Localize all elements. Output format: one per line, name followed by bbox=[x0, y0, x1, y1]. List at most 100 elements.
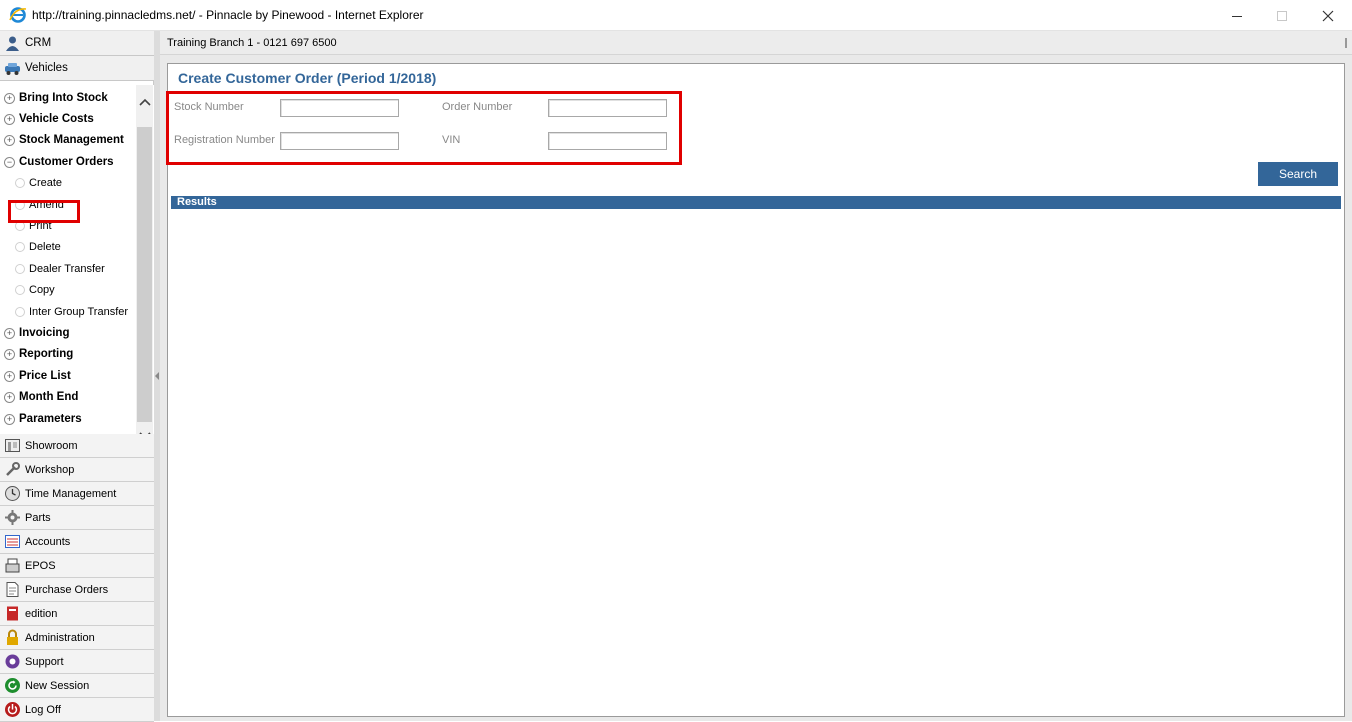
maximize-button[interactable] bbox=[1259, 0, 1305, 31]
branch-bar: Training Branch 1 - 0121 697 6500 bbox=[160, 31, 1352, 55]
order-number-label: Order Number bbox=[442, 101, 513, 113]
collapse-left-arrow-icon bbox=[155, 372, 159, 380]
tree-child-delete[interactable]: Delete bbox=[15, 237, 61, 257]
module-new-session[interactable]: New Session bbox=[0, 674, 154, 698]
vin-input[interactable] bbox=[548, 132, 667, 150]
bullet-icon bbox=[15, 307, 25, 317]
sidebar: CRM Vehicles + Bring Into Stock + Vehicl… bbox=[0, 31, 154, 722]
tree-child-label: Inter Group Transfer bbox=[29, 306, 129, 318]
window-titlebar: http://training.pinnacledms.net/ - Pinna… bbox=[0, 0, 1352, 31]
minimize-button[interactable] bbox=[1214, 0, 1260, 31]
tree-item-label: Month End bbox=[19, 391, 79, 403]
tree-child-inter-group-transfer[interactable]: Inter Group Transfer bbox=[15, 302, 128, 322]
module-log-off[interactable]: Log Off bbox=[0, 698, 154, 722]
module-vehicles[interactable]: Vehicles bbox=[0, 56, 154, 81]
module-edition[interactable]: edition bbox=[0, 602, 154, 626]
module-epos[interactable]: EPOS bbox=[0, 554, 154, 578]
module-support[interactable]: Support bbox=[0, 650, 154, 674]
tree-item-label: Invoicing bbox=[19, 327, 70, 339]
tree-child-dealer-transfer[interactable]: Dealer Transfer bbox=[15, 259, 105, 279]
expand-plus-icon: + bbox=[4, 413, 15, 425]
module-parts[interactable]: Parts bbox=[0, 506, 154, 530]
module-showroom[interactable]: Showroom bbox=[0, 434, 154, 458]
module-label: Accounts bbox=[25, 536, 71, 548]
tree-item-parameters[interactable]: + Parameters bbox=[4, 409, 82, 429]
registration-number-label: Registration Number bbox=[174, 134, 275, 146]
bullet-icon bbox=[15, 242, 25, 252]
tree-item-label: Parameters bbox=[19, 413, 82, 425]
search-button[interactable]: Search bbox=[1258, 162, 1338, 186]
tree-item-label: Price List bbox=[19, 370, 71, 382]
module-label: Log Off bbox=[25, 704, 61, 716]
support-icon bbox=[5, 654, 20, 669]
scroll-up-button[interactable] bbox=[136, 93, 153, 110]
tree-item-price-list[interactable]: + Price List bbox=[4, 366, 71, 386]
expand-plus-icon: + bbox=[4, 391, 15, 403]
order-number-input[interactable] bbox=[548, 99, 667, 117]
content-panel: Create Customer Order (Period 1/2018) St… bbox=[166, 63, 1345, 717]
tree-item-label: Bring Into Stock bbox=[19, 92, 108, 104]
module-label: Purchase Orders bbox=[25, 584, 109, 596]
close-icon bbox=[1322, 10, 1334, 21]
expand-plus-icon: + bbox=[4, 348, 15, 360]
tree-item-label: Vehicle Costs bbox=[19, 113, 94, 125]
tree-item-month-end[interactable]: + Month End bbox=[4, 387, 78, 407]
tree-child-create[interactable]: Create bbox=[15, 173, 62, 193]
expand-plus-icon: + bbox=[4, 327, 15, 339]
internet-explorer-icon bbox=[9, 7, 27, 23]
bullet-icon bbox=[15, 178, 25, 188]
tree-item-vehicle-costs[interactable]: + Vehicle Costs bbox=[4, 109, 94, 129]
tree-child-label: Create bbox=[29, 177, 63, 189]
tree-item-stock-management[interactable]: + Stock Management bbox=[4, 130, 124, 150]
document-icon bbox=[6, 582, 19, 597]
tree-child-copy[interactable]: Copy bbox=[15, 280, 55, 300]
expand-plus-icon: + bbox=[4, 370, 15, 382]
module-label: Showroom bbox=[25, 440, 78, 452]
minimize-icon bbox=[1232, 15, 1242, 17]
vehicles-menu-tree: + Bring Into Stock + Vehicle Costs + Sto… bbox=[0, 85, 154, 457]
tree-scrollbar-thumb[interactable] bbox=[137, 127, 152, 422]
main-area: Training Branch 1 - 0121 697 6500 Create… bbox=[160, 31, 1352, 721]
create-highlight-box bbox=[8, 200, 80, 223]
refresh-icon bbox=[5, 678, 20, 693]
car-icon bbox=[5, 63, 20, 75]
module-label: New Session bbox=[25, 680, 90, 692]
results-header: Results bbox=[171, 196, 1341, 209]
page-title: Create Customer Order (Period 1/2018) bbox=[178, 70, 437, 86]
registration-number-input[interactable] bbox=[280, 132, 399, 150]
expand-plus-icon: + bbox=[4, 113, 15, 125]
module-label: Workshop bbox=[25, 464, 75, 476]
module-workshop[interactable]: Workshop bbox=[0, 458, 154, 482]
gear-icon bbox=[5, 510, 20, 525]
module-purchase-orders[interactable]: Purchase Orders bbox=[0, 578, 154, 602]
expand-plus-icon: + bbox=[4, 134, 15, 146]
module-accounts[interactable]: Accounts bbox=[0, 530, 154, 554]
chevron-up-icon bbox=[138, 98, 151, 106]
tree-item-reporting[interactable]: + Reporting bbox=[4, 344, 73, 364]
tree-item-label: Reporting bbox=[19, 348, 74, 360]
ledger-icon bbox=[5, 535, 20, 548]
module-time-management[interactable]: Time Management bbox=[0, 482, 154, 506]
collapse-minus-icon: − bbox=[4, 156, 15, 168]
tree-item-customer-orders[interactable]: − Customer Orders bbox=[4, 152, 114, 172]
close-button[interactable] bbox=[1305, 0, 1351, 31]
maximize-icon bbox=[1277, 10, 1287, 21]
module-crm[interactable]: CRM bbox=[0, 31, 154, 56]
clock-icon bbox=[5, 486, 20, 501]
person-icon bbox=[6, 36, 19, 51]
tree-item-label: Customer Orders bbox=[19, 156, 114, 168]
module-administration[interactable]: Administration bbox=[0, 626, 154, 650]
module-label: Support bbox=[25, 656, 64, 668]
module-label: Administration bbox=[25, 632, 95, 644]
tree-item-bring-into-stock[interactable]: + Bring Into Stock bbox=[4, 88, 108, 108]
branch-info: Training Branch 1 - 0121 697 6500 bbox=[167, 37, 337, 49]
till-icon bbox=[5, 558, 20, 573]
stock-number-label: Stock Number bbox=[174, 101, 244, 113]
tree-item-invoicing[interactable]: + Invoicing bbox=[4, 323, 69, 343]
module-label: Vehicles bbox=[25, 62, 68, 74]
book-icon bbox=[7, 606, 18, 621]
padlock-icon bbox=[7, 629, 18, 645]
module-label: Parts bbox=[25, 512, 51, 524]
stock-number-input[interactable] bbox=[280, 99, 399, 117]
module-label: edition bbox=[25, 608, 58, 620]
